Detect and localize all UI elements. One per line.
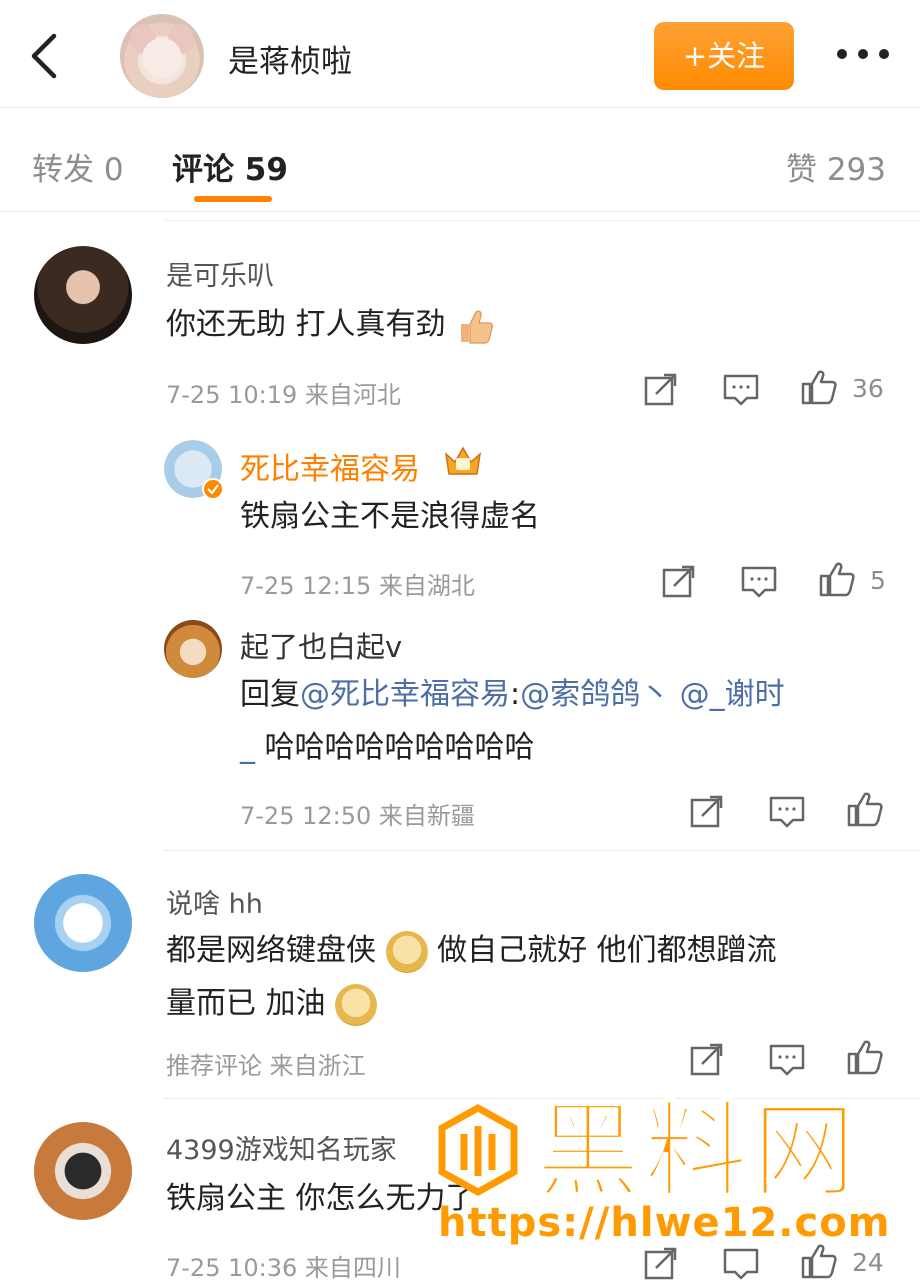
author-avatar[interactable] <box>120 14 204 98</box>
divider <box>164 850 920 851</box>
comment-icon[interactable] <box>722 370 760 408</box>
comment-icon[interactable] <box>722 1244 760 1280</box>
tab-likes[interactable]: 赞 293 <box>786 144 886 189</box>
watermark-url: https://hlwe12.com <box>438 1200 891 1246</box>
comment-text: 你还无助 打人真有劲 <box>166 298 495 351</box>
comment-icon[interactable] <box>768 1040 806 1078</box>
commenter-name[interactable]: 是可乐叭 <box>166 254 274 293</box>
like-icon[interactable] <box>846 1038 884 1076</box>
divider <box>164 220 920 221</box>
tab-forward[interactable]: 转发 0 <box>32 144 124 189</box>
more-dots-icon[interactable] <box>836 47 890 61</box>
comment-icon[interactable] <box>740 562 778 600</box>
follow-button[interactable]: +关注 <box>654 22 794 90</box>
tab-bar: 转发 0 评论 59 赞 293 <box>0 108 920 212</box>
like-icon[interactable] <box>818 560 856 598</box>
doge-emoji <box>335 983 378 1026</box>
like-icon[interactable] <box>846 790 884 828</box>
reply-meta: 7-25 12:50 来自新疆 <box>240 802 475 830</box>
like-count: 24 <box>852 1248 884 1277</box>
back-arrow-icon[interactable] <box>22 30 66 82</box>
reply-text: 铁扇公主不是浪得虚名 <box>240 499 540 534</box>
share-icon[interactable] <box>642 370 680 408</box>
commenter-avatar[interactable] <box>34 1122 132 1220</box>
comment-meta: 7-25 10:36 来自四川 <box>166 1254 401 1280</box>
comment-icon[interactable] <box>768 792 806 830</box>
comment-meta: 推荐评论 来自浙江 <box>166 1052 366 1080</box>
like-count: 5 <box>870 566 886 595</box>
mention-link[interactable]: @死比幸福容易 <box>300 677 510 712</box>
like-icon[interactable] <box>800 1242 838 1280</box>
divider <box>164 1098 920 1099</box>
share-icon[interactable] <box>660 562 698 600</box>
like-count: 36 <box>852 374 884 403</box>
reply-user-name[interactable]: 起了也白起v <box>240 624 402 666</box>
verified-badge-icon <box>202 478 224 500</box>
reply-avatar[interactable] <box>164 620 222 678</box>
reply-user-name[interactable]: 死比幸福容易 <box>240 444 420 488</box>
crown-badge-icon <box>444 446 482 475</box>
watermark-title: 黑料网 <box>535 1090 861 1212</box>
comment-text: 铁扇公主 你怎么无力了 <box>166 1181 476 1216</box>
mention-link[interactable]: @索鸽鸽丶 <box>520 677 670 712</box>
mention-link[interactable]: @_谢时 <box>680 677 785 712</box>
commenter-name[interactable]: 说啥 hh <box>166 882 263 921</box>
like-icon[interactable] <box>800 368 838 406</box>
share-icon[interactable] <box>642 1244 680 1280</box>
comment-text: 都是网络键盘侠 做自己就好 他们都想蹭流 量而已 加油 <box>166 924 886 1030</box>
tab-comments[interactable]: 评论 59 <box>172 144 288 189</box>
active-tab-indicator <box>194 196 272 202</box>
reply-text: 回复@死比幸福容易:@索鸽鸽丶 @_谢时 _ 哈哈哈哈哈哈哈哈哈 <box>240 677 785 765</box>
thumbs-up-emoji <box>461 310 494 344</box>
doge-emoji <box>385 930 428 973</box>
author-name[interactable]: 是蒋桢啦 <box>228 36 352 81</box>
reply-meta: 7-25 12:15 来自湖北 <box>240 572 475 600</box>
commenter-name[interactable]: 4399游戏知名玩家 <box>166 1128 397 1167</box>
top-bar: 是蒋桢啦 +关注 <box>0 0 920 108</box>
weibo-comment-page: 是蒋桢啦 +关注 转发 0 评论 59 赞 293 是可乐叭 你还无助 打人真有… <box>0 0 920 1280</box>
comment-meta: 7-25 10:19 来自河北 <box>166 381 401 409</box>
share-icon[interactable] <box>688 792 726 830</box>
share-icon[interactable] <box>688 1040 726 1078</box>
commenter-avatar[interactable] <box>34 874 132 972</box>
commenter-avatar[interactable] <box>34 246 132 344</box>
